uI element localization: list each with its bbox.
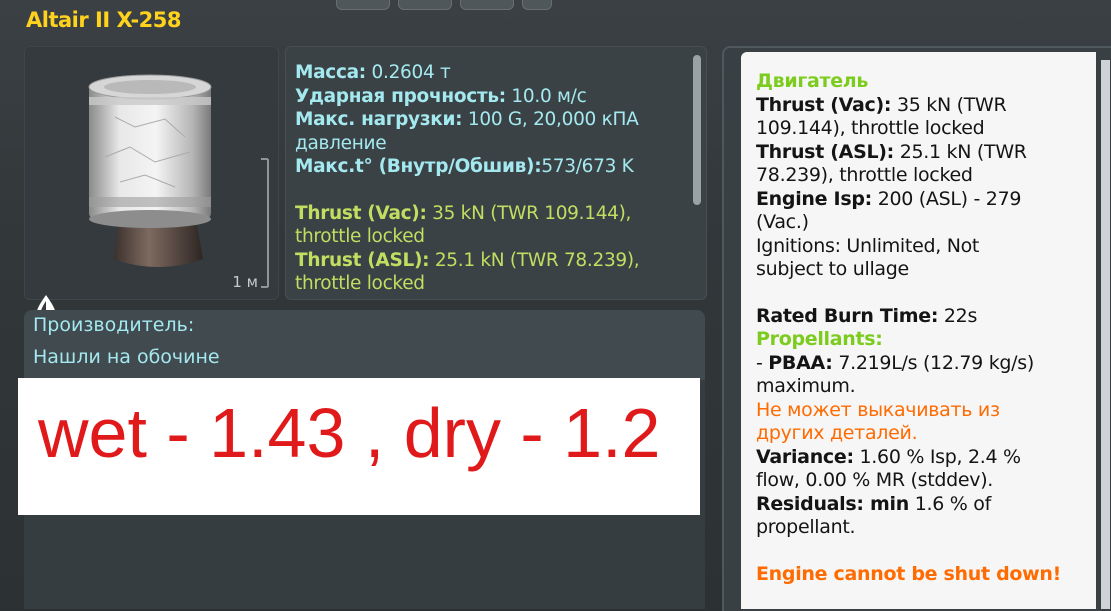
- maxtemp-label: Макс.t° (Внутр/Обшив):: [295, 156, 542, 177]
- engine-thrust-asl: Thrust (ASL): 25.1 kN (TWR: [756, 141, 1096, 165]
- engine-pbaa-label: PBAA:: [768, 351, 833, 374]
- engine-residuals-value: 1.6 % of: [914, 492, 992, 515]
- engine-header: Двигатель: [756, 70, 869, 92]
- thrust-asl-row-cont: throttle locked: [295, 273, 425, 294]
- maxload-row: Макс. нагрузки: 100 G, 20,000 кПА: [295, 108, 680, 132]
- stats-scrollbar[interactable]: [693, 55, 701, 205]
- engine-residuals: Residuals: min 1.6 % of: [756, 493, 1096, 517]
- thrust-asl-label: Thrust (ASL):: [295, 249, 430, 271]
- engine-pbaa: - PBAA: 7.219L/s (12.79 kg/s): [756, 352, 1096, 376]
- manufacturer-panel: Производитель: Нашли на обочине: [24, 310, 705, 380]
- engine-ignitions: Ignitions: Unlimited, Not: [756, 234, 980, 257]
- toolbar-tab-2[interactable]: [398, 0, 452, 10]
- toolbar-tab-1[interactable]: [336, 0, 390, 10]
- engine-thrust-vac-label: Thrust (Vac):: [756, 93, 892, 116]
- engine-thrust-asl-label: Thrust (ASL):: [756, 140, 894, 163]
- part-preview: 1 м: [24, 46, 279, 321]
- engine-ignitions-cont: subject to ullage: [756, 258, 909, 280]
- overlay-note: wet - 1.43 , dry - 1.2: [18, 378, 700, 515]
- manufacturer-label: Производитель:: [33, 314, 195, 336]
- engine-info-content: Двигатель Thrust (Vac): 35 kN (TWR 109.1…: [756, 70, 1096, 586]
- maxload-label: Макс. нагрузки:: [295, 109, 463, 130]
- engine-isp-value: 200 (ASL) - 279: [877, 187, 1022, 210]
- engine-isp: Engine Isp: 200 (ASL) - 279: [756, 188, 1096, 212]
- engine-residuals-cont: propellant.: [756, 516, 856, 538]
- engine-thrust-vac-cont: 109.144), throttle locked: [756, 117, 985, 139]
- scale-label: 1 м: [232, 273, 258, 291]
- thrust-vac-row-cont: throttle locked: [295, 226, 425, 247]
- impact-label: Ударная прочность:: [295, 85, 506, 107]
- maxtemp-row: Макс.t° (Внутр/Обшив):573/673 K: [295, 155, 680, 179]
- maxload-value: 100 G, 20,000 кПА: [467, 109, 639, 130]
- engine-variance: Variance: 1.60 % Isp, 2.4 %: [756, 446, 1096, 470]
- impact-row: Ударная прочность: 10.0 м/с: [295, 85, 680, 109]
- toolbar-tab-3[interactable]: [460, 0, 514, 10]
- thrust-vac-row: Thrust (Vac): 35 kN (TWR 109.144),: [295, 202, 680, 226]
- top-toolbar: [336, 0, 552, 10]
- part-title: Altair II X-258: [26, 8, 182, 32]
- engine-scrollbar[interactable]: [1101, 60, 1110, 609]
- impact-value: 10.0 м/с: [511, 85, 587, 107]
- stats-panel: Масса: 0.2604 т Ударная прочность: 10.0 …: [285, 46, 707, 300]
- engine-no-pump: Не может выкачивать из: [756, 398, 1000, 421]
- thrust-vac-value: 35 kN (TWR 109.144),: [432, 202, 632, 224]
- engine-residuals-label: Residuals: min: [756, 492, 909, 515]
- solid-motor-image: [88, 74, 269, 288]
- engine-thrust-vac-value: 35 kN (TWR: [896, 93, 1007, 116]
- engine-burn-value: 22s: [943, 304, 978, 327]
- part-info-window: Altair II X-258 1 м Масса: 0.2604 т Удар…: [0, 0, 1111, 611]
- engine-no-pump-cont: других деталей.: [756, 422, 918, 444]
- engine-burn-time: Rated Burn Time: 22s: [756, 305, 1096, 329]
- toolbar-tab-4[interactable]: [522, 0, 552, 10]
- engine-variance-value: 1.60 % Isp, 2.4 %: [859, 445, 1022, 468]
- engine-variance-cont: flow, 0.00 % MR (stddev).: [756, 469, 994, 491]
- maxtemp-value: 573/673 K: [541, 156, 634, 177]
- engine-pbaa-prefix: -: [756, 351, 769, 374]
- engine-thrust-vac: Thrust (Vac): 35 kN (TWR: [756, 94, 1096, 118]
- mass-value: 0.2604 т: [371, 62, 451, 83]
- engine-thrust-asl-cont: 78.239), throttle locked: [756, 164, 973, 186]
- thrust-asl-value: 25.1 kN (TWR 78.239),: [434, 249, 640, 271]
- mass-label: Масса:: [295, 62, 366, 83]
- engine-variance-label: Variance:: [756, 445, 854, 468]
- thrust-vac-label: Thrust (Vac):: [295, 202, 427, 224]
- engine-pbaa-value: 7.219L/s (12.79 kg/s): [838, 351, 1034, 374]
- engine-propellants-label: Propellants:: [756, 328, 883, 350]
- engine-pbaa-cont: maximum.: [756, 375, 856, 397]
- mass-row: Масса: 0.2604 т: [295, 61, 680, 85]
- thrust-asl-row: Thrust (ASL): 25.1 kN (TWR 78.239),: [295, 249, 680, 273]
- maxload-row-cont: давление: [295, 132, 387, 154]
- engine-warning: Engine cannot be shut down!: [756, 562, 1061, 585]
- engine-thrust-asl-value: 25.1 kN (TWR: [899, 140, 1027, 163]
- engine-isp-cont: (Vac.): [756, 211, 809, 233]
- manufacturer-value: Нашли на обочине: [33, 346, 220, 368]
- engine-isp-label: Engine Isp:: [756, 187, 872, 210]
- engine-burn-label: Rated Burn Time:: [756, 304, 939, 327]
